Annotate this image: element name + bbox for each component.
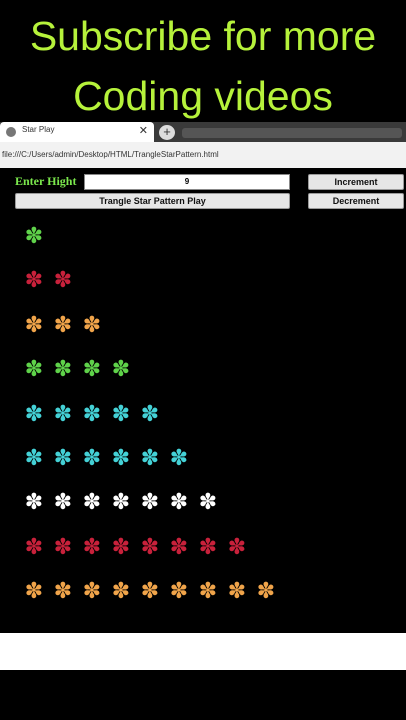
star-glyph: ✽ [82,490,102,516]
star-glyph: ✽ [169,534,189,560]
browser-tab-bar: Star Play ✕ + [0,122,406,142]
play-button[interactable]: Trangle Star Pattern Play [15,193,290,209]
page-content: Enter Hight 9 Increment Decrement Trangl… [0,168,406,633]
close-icon[interactable]: ✕ [139,124,148,138]
star-glyph: ✽ [111,579,131,605]
star-glyph: ✽ [82,357,102,383]
star-glyph: ✽ [24,446,44,471]
star-glyph: ✽ [53,446,73,471]
decrement-button[interactable]: Decrement [308,193,404,209]
star-glyph: ✽ [227,579,247,605]
star-glyph: ✽ [140,579,160,605]
globe-icon [6,127,16,137]
star-glyph: ✽ [227,534,247,560]
banner-line-2: Coding videos [73,73,333,119]
star-glyph: ✽ [140,534,160,560]
star-glyph: ✽ [24,401,44,427]
star-glyph: ✽ [53,268,73,294]
star-glyph: ✽ [53,490,73,516]
star-glyph: ✽ [82,534,102,560]
star-glyph: ✽ [82,579,102,605]
banner-line-1: Subscribe for more [29,13,377,59]
star-glyph: ✽ [169,579,189,605]
star-glyph: ✽ [82,446,102,471]
star-glyph: ✽ [24,224,44,249]
star-glyph: ✽ [198,534,218,560]
star-glyph: ✽ [111,490,131,516]
star-glyph: ✽ [82,401,102,427]
star-glyph: ✽ [24,534,44,560]
star-glyph: ✽ [111,534,131,560]
url-text[interactable]: file:///C:/Users/admin/Desktop/HTML/Tran… [2,150,219,159]
tab-title: Star Play [22,125,55,134]
page-bottom-area [0,633,406,670]
tab-strip-area [182,128,402,138]
promo-banner: Subscribe for more Coding videos [0,0,406,122]
star-glyph: ✽ [53,534,73,560]
star-glyph: ✽ [198,579,218,605]
star-glyph: ✽ [53,312,73,338]
star-glyph: ✽ [82,312,102,338]
star-glyph: ✽ [24,312,44,338]
star-glyph: ✽ [198,490,218,516]
star-glyph: ✽ [169,446,189,471]
new-tab-button[interactable]: + [159,125,175,140]
star-glyph: ✽ [53,579,73,605]
star-glyph: ✽ [24,357,44,383]
star-glyph: ✽ [169,490,189,516]
footer-bar [0,670,406,720]
star-glyph: ✽ [24,268,44,294]
star-glyph: ✽ [53,357,73,383]
star-glyph: ✽ [24,490,44,516]
star-glyph: ✽ [111,446,131,471]
star-glyph: ✽ [111,401,131,427]
star-glyph: ✽ [140,446,160,471]
height-label: Enter Hight [15,174,77,188]
star-glyph: ✽ [256,579,276,605]
address-bar[interactable]: file:///C:/Users/admin/Desktop/HTML/Tran… [0,142,406,169]
star-glyph: ✽ [140,401,160,427]
star-glyph: ✽ [111,357,131,383]
height-input[interactable]: 9 [84,174,290,190]
star-glyph: ✽ [24,579,44,605]
star-glyph: ✽ [140,490,160,516]
browser-tab[interactable]: Star Play ✕ [0,122,154,142]
increment-button[interactable]: Increment [308,174,404,190]
star-glyph: ✽ [53,401,73,427]
